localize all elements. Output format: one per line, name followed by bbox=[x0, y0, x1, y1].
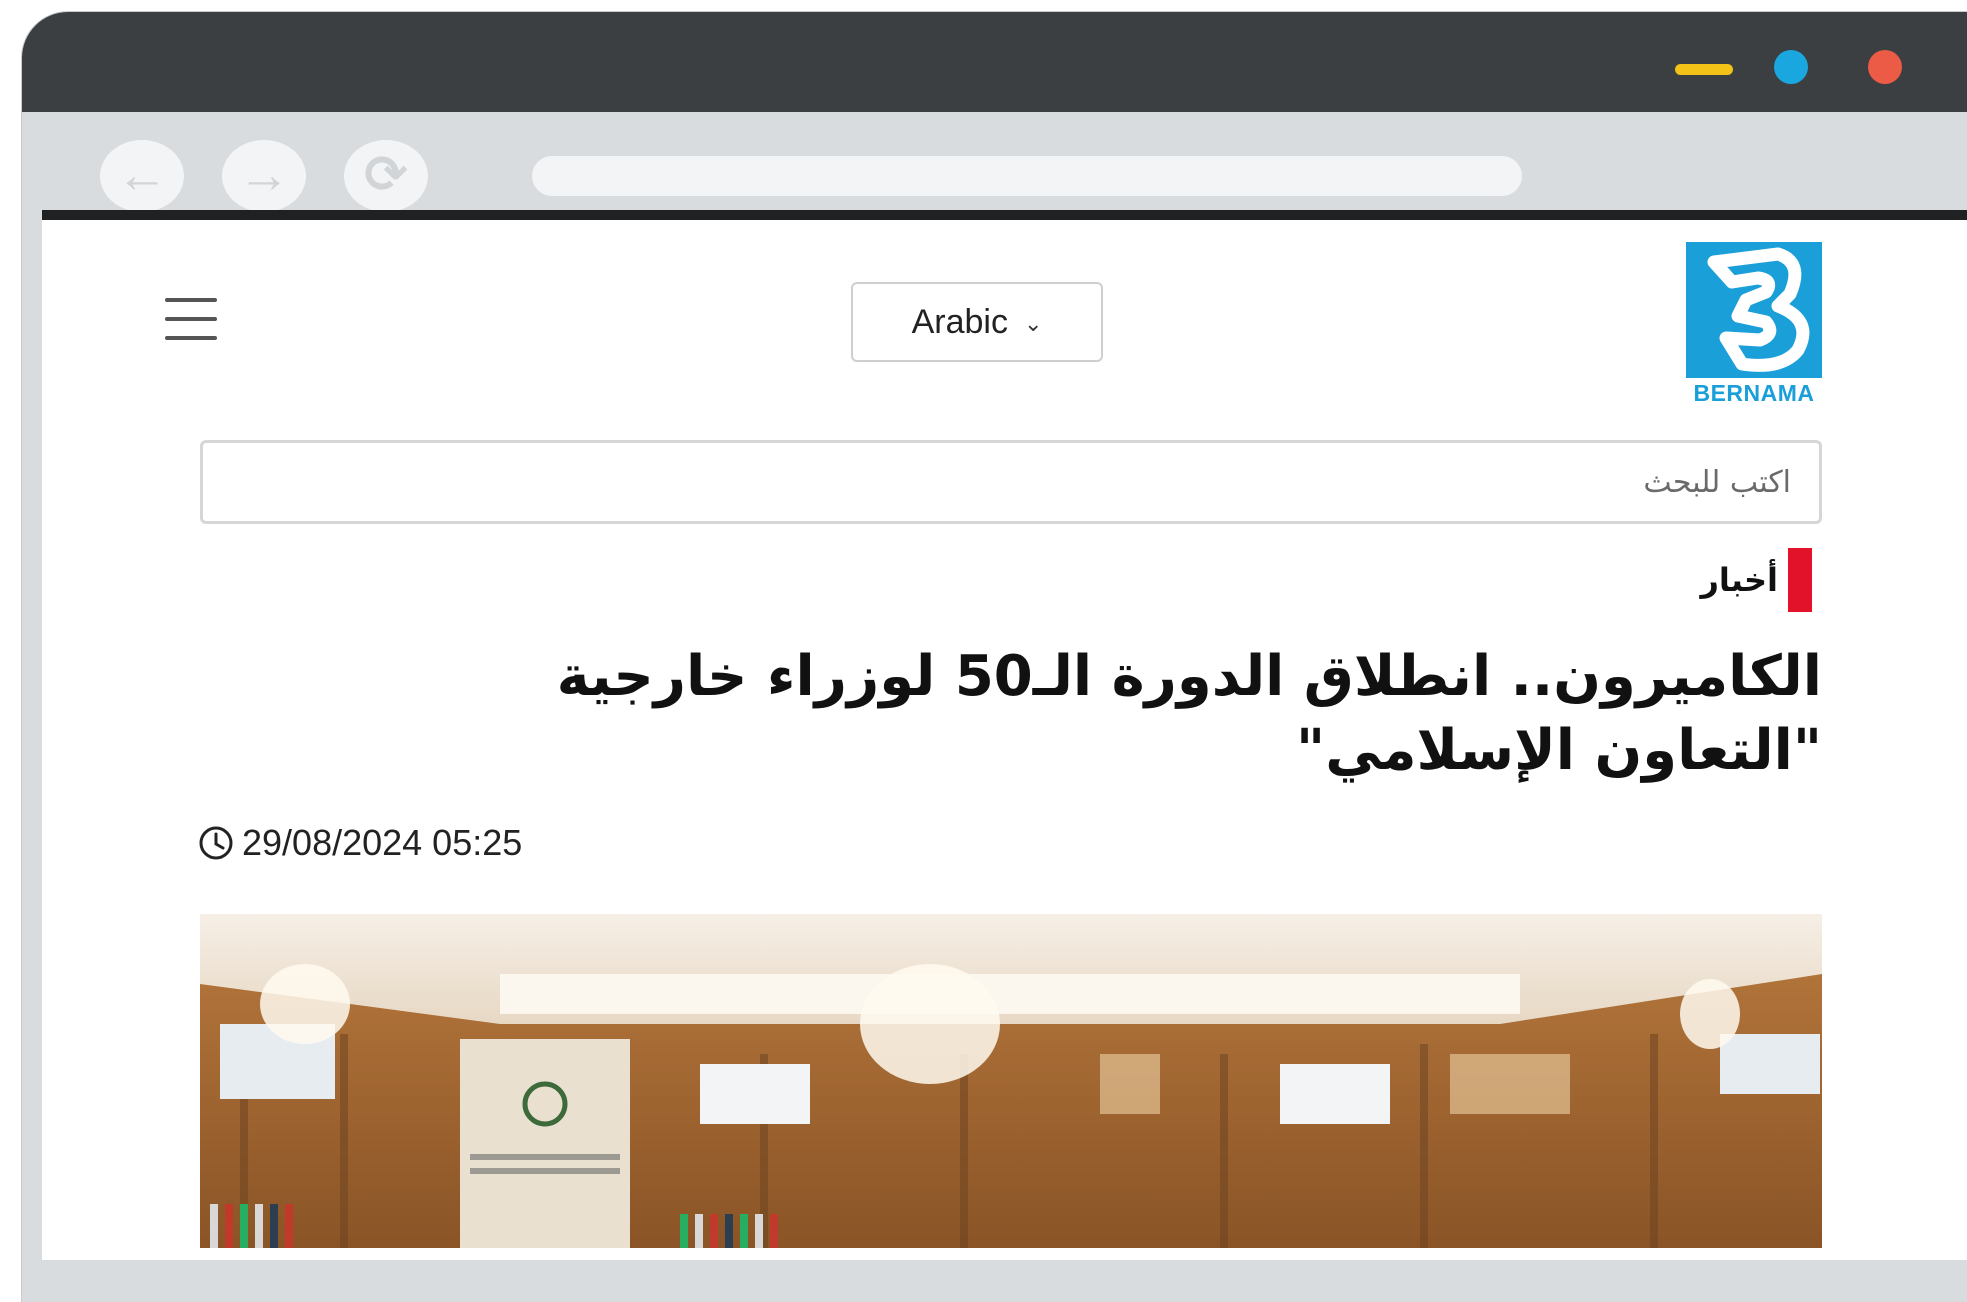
title-bar bbox=[22, 12, 1967, 112]
arrow-right-icon: → bbox=[238, 146, 290, 204]
logo-wordmark: BERNAMA bbox=[1693, 380, 1815, 406]
browser-toolbar: ← → ⟳ bbox=[42, 112, 1967, 222]
article-timestamp: 29/08/2024 05:25 bbox=[198, 822, 522, 864]
maximize-icon[interactable] bbox=[1774, 50, 1808, 84]
minimize-icon[interactable] bbox=[1675, 64, 1733, 75]
language-select[interactable]: Arabic ⌄ bbox=[851, 282, 1103, 362]
search-input[interactable] bbox=[200, 440, 1822, 524]
back-button[interactable]: ← bbox=[100, 140, 184, 212]
language-selected-value: Arabic bbox=[911, 302, 1008, 341]
conference-hall-photo bbox=[200, 914, 1822, 1248]
article-headline: الكاميرون.. انطلاق الدورة الـ50 لوزراء خ… bbox=[556, 644, 1822, 783]
category-label: أخبار bbox=[1700, 561, 1778, 599]
close-icon[interactable] bbox=[1868, 50, 1902, 84]
clock-icon bbox=[199, 826, 233, 860]
address-bar[interactable] bbox=[532, 156, 1522, 196]
category-accent-bar bbox=[1788, 548, 1812, 612]
reload-icon: ⟳ bbox=[364, 146, 408, 204]
hamburger-icon-line bbox=[165, 298, 217, 302]
category-tag[interactable]: أخبار bbox=[1700, 548, 1812, 612]
article-hero-image[interactable] bbox=[200, 914, 1822, 1248]
reload-button[interactable]: ⟳ bbox=[344, 140, 428, 212]
forward-button[interactable]: → bbox=[222, 140, 306, 212]
timestamp-text: 29/08/2024 05:25 bbox=[242, 822, 523, 863]
chevron-down-icon: ⌄ bbox=[1023, 311, 1043, 336]
logo-b-icon bbox=[1707, 247, 1810, 372]
menu-button[interactable] bbox=[165, 298, 217, 340]
hamburger-icon-line bbox=[165, 336, 217, 340]
hamburger-icon-line bbox=[165, 317, 217, 321]
logo-mark bbox=[1686, 242, 1822, 378]
arrow-left-icon: ← bbox=[116, 146, 168, 204]
bernama-logo[interactable]: BERNAMA bbox=[1686, 242, 1822, 406]
